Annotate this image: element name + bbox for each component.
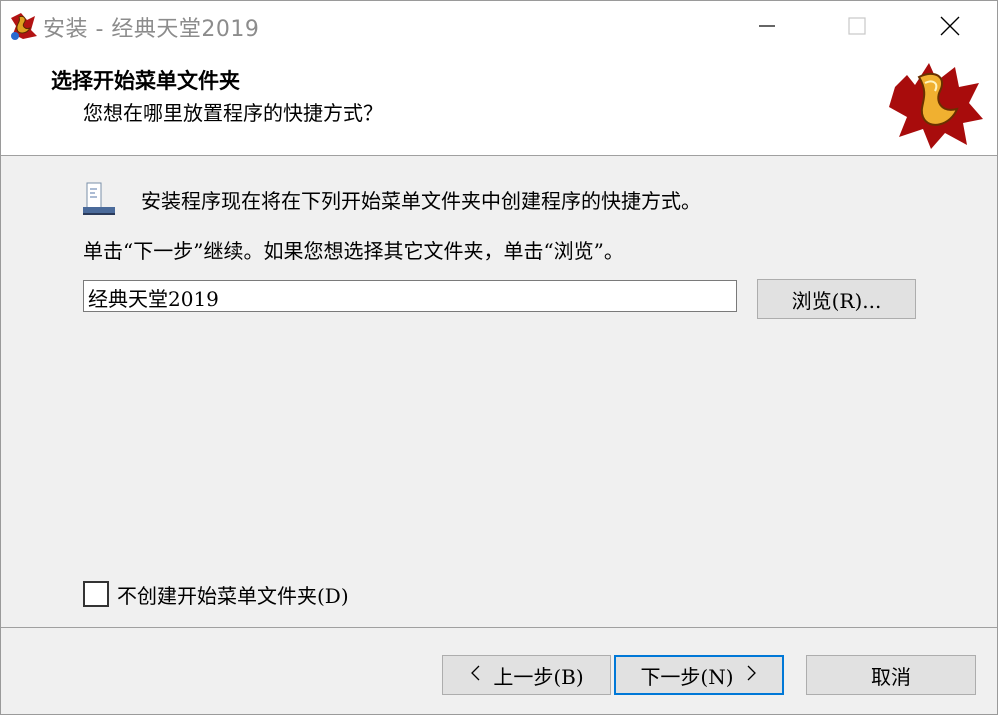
no-folder-option[interactable]: 不创建开始菜单文件夹(D) xyxy=(83,580,349,609)
back-button-label: 上一步(B) xyxy=(493,664,584,689)
no-folder-checkbox[interactable] xyxy=(83,581,109,607)
start-menu-folder-icon xyxy=(81,181,117,217)
game-logo-icon xyxy=(7,10,39,42)
wizard-footer: 上一步(B) 下一步(N) 取消 xyxy=(1,627,997,714)
back-button[interactable]: 上一步(B) xyxy=(442,655,611,695)
chevron-left-icon xyxy=(469,663,481,687)
next-button[interactable]: 下一步(N) xyxy=(614,655,784,695)
chevron-right-icon xyxy=(746,663,758,687)
wizard-content: 安装程序现在将在下列开始菜单文件夹中创建程序的快捷方式。 单击“下一步”继续。如… xyxy=(1,157,997,627)
maximize-button[interactable] xyxy=(811,1,903,51)
no-folder-checkbox-label[interactable]: 不创建开始菜单文件夹(D) xyxy=(117,580,349,609)
maximize-icon xyxy=(847,16,867,36)
window-title: 安装 - 经典天堂2019 xyxy=(43,17,260,42)
start-menu-folder-field[interactable]: 经典天堂2019 xyxy=(83,280,737,312)
browse-button[interactable]: 浏览(R)... xyxy=(757,279,916,319)
close-icon xyxy=(939,15,961,37)
cancel-button[interactable]: 取消 xyxy=(806,655,976,695)
instruction-text-secondary: 单击“下一步”继续。如果您想选择其它文件夹，单击“浏览”。 xyxy=(83,239,624,263)
minimize-button[interactable] xyxy=(721,1,813,51)
next-button-label: 下一步(N) xyxy=(640,664,734,689)
close-button[interactable] xyxy=(904,1,996,51)
page-subtitle: 您想在哪里放置程序的快捷方式？ xyxy=(83,101,383,125)
page-title: 选择开始菜单文件夹 xyxy=(51,69,240,93)
instruction-text: 安装程序现在将在下列开始菜单文件夹中创建程序的快捷方式。 xyxy=(141,189,701,213)
wizard-header: 选择开始菜单文件夹 您想在哪里放置程序的快捷方式？ xyxy=(1,51,997,156)
title-bar[interactable]: 安装 - 经典天堂2019 xyxy=(1,1,997,51)
installer-window: 安装 - 经典天堂2019 选择开始菜单文件夹 您想在哪里放置程序的快捷方式？ xyxy=(0,0,998,715)
minimize-icon xyxy=(757,16,777,36)
game-logo-icon xyxy=(885,57,985,151)
